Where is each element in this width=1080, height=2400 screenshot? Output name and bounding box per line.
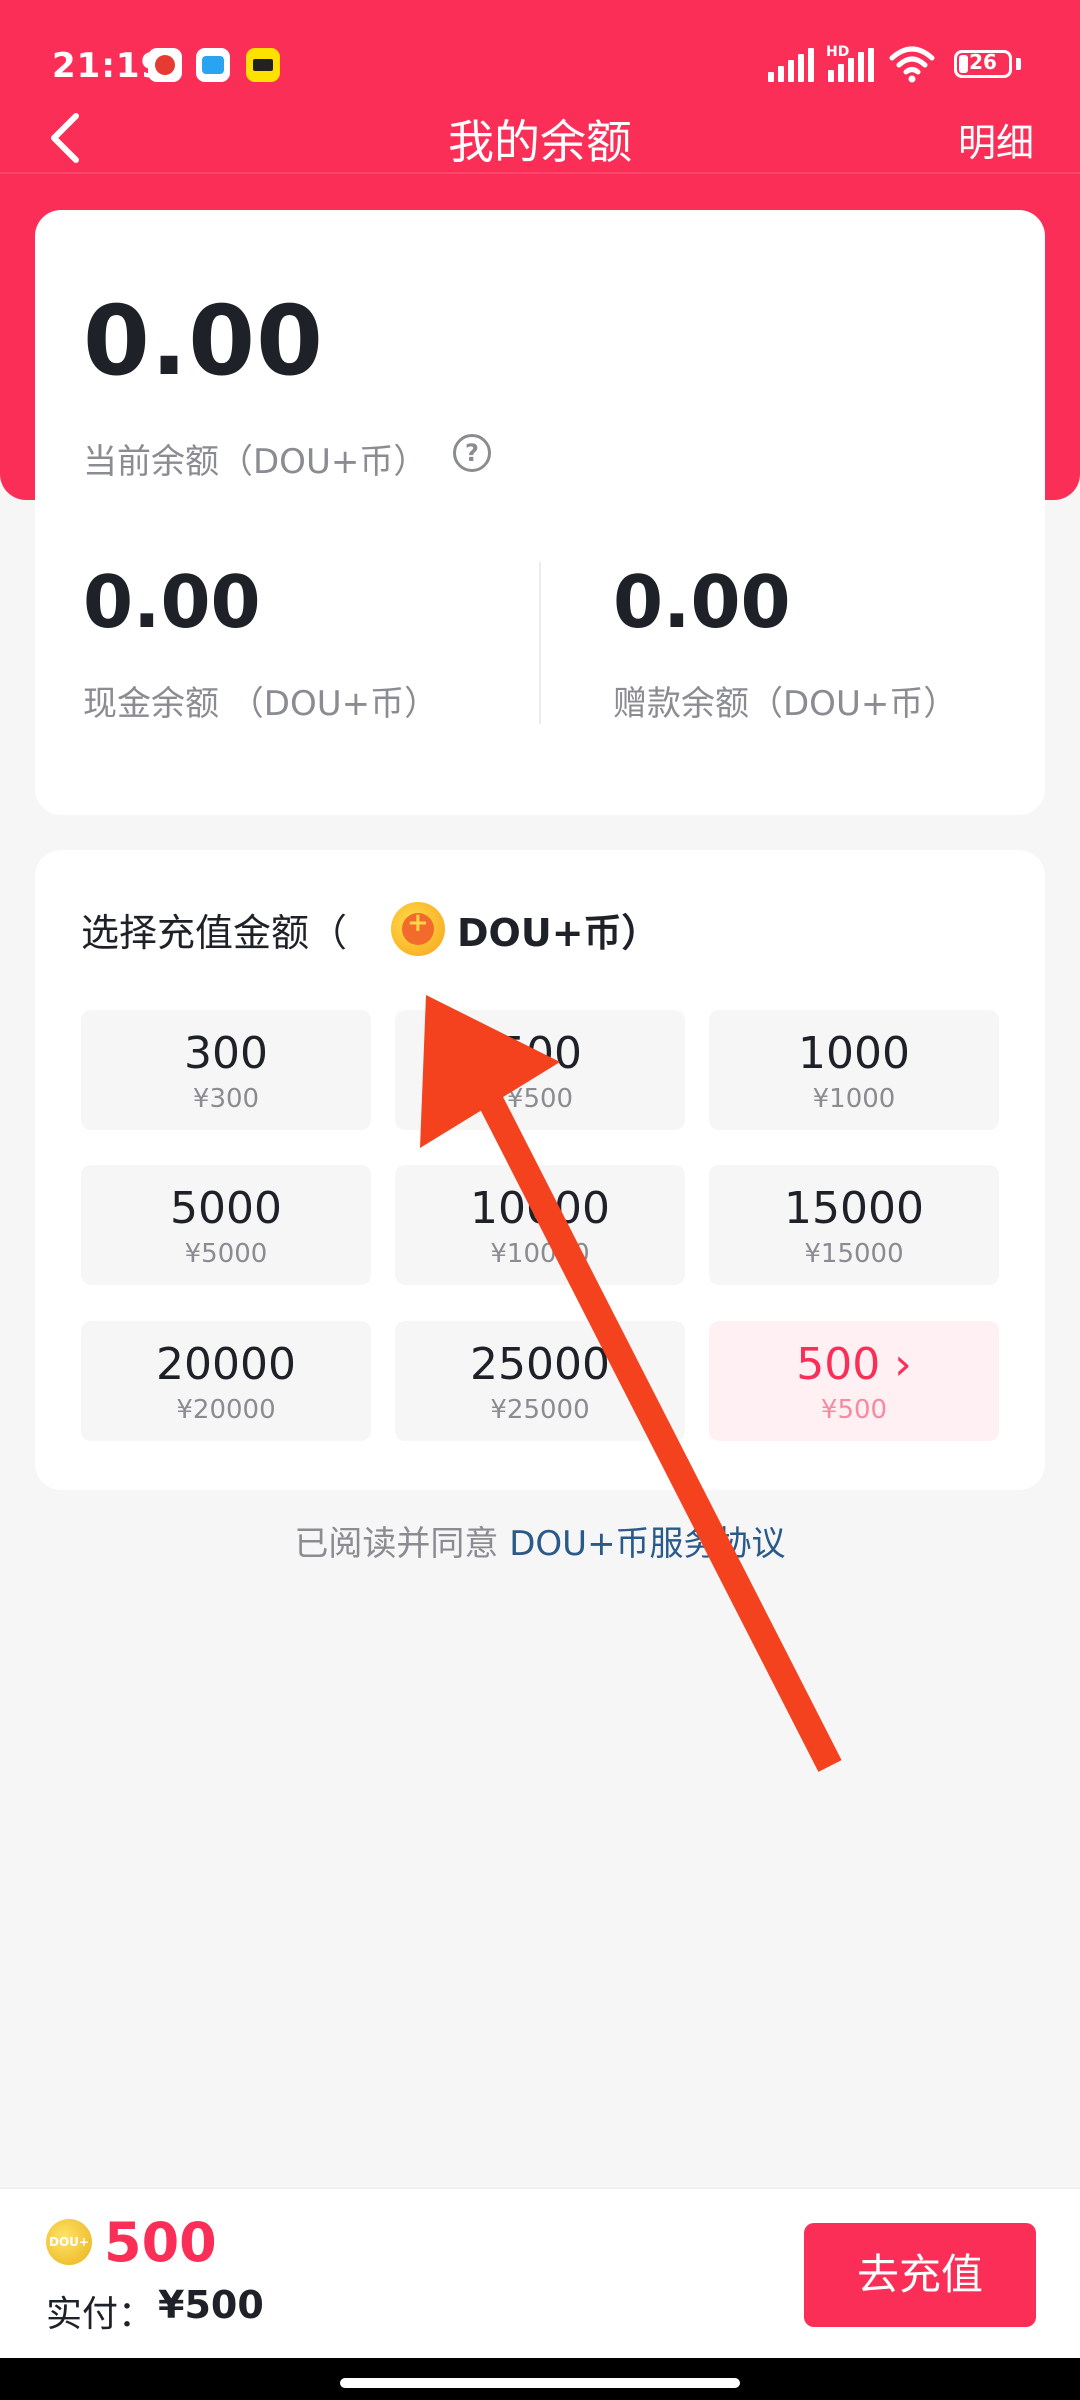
home-indicator[interactable] [340, 2378, 740, 2388]
recharge-option[interactable]: 500 ¥500 [395, 1010, 685, 1130]
option-price: ¥25000 [490, 1395, 590, 1425]
battery-level: 26 [969, 50, 997, 74]
recharge-option[interactable]: 15000 ¥15000 [709, 1165, 999, 1285]
option-price: ¥300 [192, 1084, 260, 1114]
bonus-balance-label: 赠款余额（DOU+币） [613, 684, 958, 724]
agreement-link[interactable]: DOU+币服务协议 [509, 1524, 785, 1564]
option-price: ¥15000 [804, 1239, 904, 1269]
cellular-signal-icon [768, 48, 818, 82]
recharge-option[interactable]: 5000 ¥5000 [81, 1165, 371, 1285]
recharge-button[interactable]: 去充值 [804, 2223, 1036, 2327]
current-balance-label: 当前余额（DOU+币） [83, 442, 428, 482]
page-title: 我的余额 [448, 115, 632, 169]
option-price: ¥20000 [176, 1395, 276, 1425]
option-amount: 20000 [156, 1339, 296, 1390]
battery-icon: 26 [954, 50, 1012, 78]
recharge-option[interactable]: 25000 ¥25000 [395, 1321, 685, 1441]
recharge-option[interactable]: 10000 ¥10000 [395, 1165, 685, 1285]
cash-balance-label: 现金余额 （DOU+币） [83, 684, 439, 724]
balance-divider [539, 562, 541, 724]
dou-coin-badge-icon: DOU+ [46, 2219, 92, 2265]
agreement-prefix: 已阅读并同意 [294, 1524, 510, 1564]
option-amount: 500 [498, 1028, 582, 1079]
cash-balance-value: 0.00 [83, 560, 261, 644]
option-amount: 300 [184, 1028, 268, 1079]
pay-label: 实付： [46, 2294, 155, 2335]
wifi-icon [889, 46, 935, 83]
option-amount: 10000 [470, 1183, 610, 1234]
bonus-balance-value: 0.00 [613, 560, 791, 644]
checkout-bar: DOU+ 500 实付： ¥500 去充值 [0, 2188, 1080, 2359]
option-price: ¥500 [820, 1395, 888, 1425]
option-amount: 5000 [170, 1183, 282, 1234]
option-amount: 25000 [470, 1339, 610, 1390]
recharge-unit: DOU+币） [457, 911, 660, 955]
help-icon[interactable]: ? [453, 434, 491, 472]
option-price: ¥10000 [490, 1239, 590, 1269]
header-divider [0, 172, 1080, 174]
recharge-option[interactable]: 1000 ¥1000 [709, 1010, 999, 1130]
option-amount: 500 › [796, 1339, 912, 1390]
option-price: ¥500 [506, 1084, 574, 1114]
current-balance-value: 0.00 [83, 285, 324, 397]
recharge-card: 选择充值金额（ + DOU+币） 300 ¥300 500 ¥500 1000 … [35, 850, 1045, 1490]
agreement-text: 已阅读并同意 DOU+币服务协议 [0, 1516, 1080, 1565]
detail-link[interactable]: 明细 [958, 112, 1034, 167]
netease-music-icon [148, 48, 182, 82]
recharge-option[interactable]: 300 ¥300 [81, 1010, 371, 1130]
recharge-option-custom-selected[interactable]: 500 › ¥500 [709, 1321, 999, 1441]
xianyu-app-icon [246, 48, 280, 82]
pay-value: ¥500 [158, 2283, 264, 2327]
option-price: ¥5000 [184, 1239, 268, 1269]
option-amount: 15000 [784, 1183, 924, 1234]
calendar-app-icon [196, 48, 230, 82]
battery-tip [1016, 58, 1021, 70]
option-price: ¥1000 [812, 1084, 896, 1114]
balance-card: 0.00 当前余额（DOU+币） ? 0.00 现金余额 （DOU+币） 0.0… [35, 210, 1045, 815]
option-amount: 1000 [798, 1028, 910, 1079]
recharge-title: 选择充值金额（ [81, 911, 348, 955]
coin-plus-icon: + [407, 908, 429, 938]
recharge-option[interactable]: 20000 ¥20000 [81, 1321, 371, 1441]
cellular-signal-2-icon [826, 48, 878, 82]
selected-amount: 500 [104, 2211, 217, 2274]
